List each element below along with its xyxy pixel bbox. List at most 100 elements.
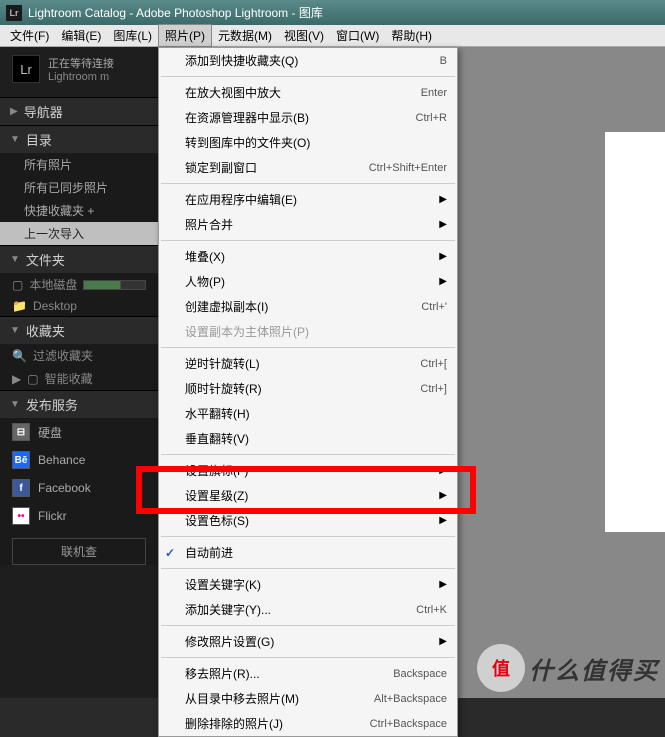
menu-item-18[interactable]: 垂直翻转(V) <box>159 426 457 451</box>
menu-separator <box>161 240 455 241</box>
app-icon: Lr <box>6 5 22 21</box>
submenu-arrow-icon: ▶ <box>439 251 447 262</box>
menu-item-label: 在放大视图中放大 <box>185 84 281 101</box>
catalog-synced-photos[interactable]: 所有已同步照片 <box>0 176 158 199</box>
menu-item-12[interactable]: 创建虚拟副本(I)Ctrl+' <box>159 294 457 319</box>
connect-button[interactable]: 联机查 <box>12 538 146 565</box>
submenu-arrow-icon: ▶ <box>439 465 447 476</box>
menu-item-label: 修改照片设置(G) <box>185 633 274 650</box>
menu-item-4[interactable]: 转到图库中的文件夹(O) <box>159 130 457 155</box>
menu-separator <box>161 625 455 626</box>
menu-shortcut: Ctrl+[ <box>420 358 447 370</box>
menu-shortcut: Ctrl+Shift+Enter <box>369 162 447 174</box>
filter-collections[interactable]: 🔍过滤收藏夹 <box>0 344 158 367</box>
catalog-previous-import[interactable]: 上一次导入 <box>0 222 158 245</box>
triangle-right-icon: ▶ <box>12 372 21 386</box>
menu-item-label: 移去照片(R)... <box>185 665 260 682</box>
menu-item-label: 照片合并 <box>185 216 233 233</box>
folder-drive[interactable]: ▢本地磁盘 <box>0 273 158 296</box>
menu-item-0[interactable]: 添加到快捷收藏夹(Q)B <box>159 48 457 73</box>
menu-window[interactable]: 窗口(W) <box>330 25 385 46</box>
menu-file[interactable]: 文件(F) <box>4 25 55 46</box>
menu-item-13: 设置副本为主体照片(P) <box>159 319 457 344</box>
menu-shortcut: B <box>440 55 447 67</box>
check-icon: ✓ <box>165 546 175 560</box>
menu-item-3[interactable]: 在资源管理器中显示(B)Ctrl+R <box>159 105 457 130</box>
service-flickr[interactable]: ••Flickr <box>0 502 158 530</box>
menu-item-17[interactable]: 水平翻转(H) <box>159 401 457 426</box>
menu-metadata[interactable]: 元数据(M) <box>212 25 278 46</box>
menu-item-2[interactable]: 在放大视图中放大 Enter <box>159 80 457 105</box>
panel-publish[interactable]: ▼发布服务 <box>0 391 158 418</box>
menu-edit[interactable]: 编辑(E) <box>55 25 107 46</box>
menu-item-label: 堆叠(X) <box>185 248 225 265</box>
submenu-arrow-icon: ▶ <box>439 276 447 287</box>
menu-item-label: 锁定到副窗口 <box>185 159 257 176</box>
logo-area: Lr 正在等待连接 Lightroom m <box>0 47 158 97</box>
menu-separator <box>161 454 455 455</box>
image-preview <box>605 132 665 532</box>
menu-view[interactable]: 视图(V) <box>278 25 330 46</box>
photo-menu-dropdown: 添加到快捷收藏夹(Q)B在放大视图中放大Enter在资源管理器中显示(B)Ctr… <box>158 47 458 737</box>
panel-catalog[interactable]: ▼目录 <box>0 126 158 153</box>
menu-item-31[interactable]: 移去照片(R)... Backspace <box>159 661 457 686</box>
panel-folders[interactable]: ▼文件夹 <box>0 246 158 273</box>
folder-icon: 📁 <box>12 299 27 313</box>
menu-item-label: 设置色标(S) <box>185 512 249 529</box>
logo-box: Lr <box>12 55 40 83</box>
menu-item-33[interactable]: 删除排除的照片(J)Ctrl+Backspace <box>159 711 457 736</box>
menu-item-7[interactable]: 在应用程序中编辑(E) ▶ <box>159 187 457 212</box>
menu-item-8[interactable]: 照片合并▶ <box>159 212 457 237</box>
menu-item-27[interactable]: 添加关键字(Y)... Ctrl+K <box>159 597 457 622</box>
service-facebook[interactable]: fFacebook <box>0 474 158 502</box>
smart-collections[interactable]: ▶▢智能收藏 <box>0 367 158 390</box>
menu-item-21[interactable]: 设置星级(Z)▶ <box>159 483 457 508</box>
menu-shortcut: Ctrl+K <box>416 604 447 616</box>
flickr-icon: •• <box>12 507 30 525</box>
sidebar: Lr 正在等待连接 Lightroom m ▶导航器 ▼目录 所有照片 所有已同… <box>0 47 158 698</box>
window-title: Lightroom Catalog - Adobe Photoshop Ligh… <box>28 4 323 21</box>
menu-item-26[interactable]: 设置关键字(K) ▶ <box>159 572 457 597</box>
service-harddrive[interactable]: ⊟硬盘 <box>0 418 158 446</box>
menu-item-29[interactable]: 修改照片设置(G) ▶ <box>159 629 457 654</box>
menu-item-15[interactable]: 逆时针旋转(L)Ctrl+[ <box>159 351 457 376</box>
menu-shortcut: Ctrl+' <box>421 301 447 313</box>
menu-item-label: 添加关键字(Y)... <box>185 601 271 618</box>
menu-shortcut: Enter <box>421 87 447 99</box>
catalog-quick-collection[interactable]: 快捷收藏夹 + <box>0 199 158 222</box>
menu-item-20[interactable]: 设置旗标(F)▶ <box>159 458 457 483</box>
menu-item-label: 在应用程序中编辑(E) <box>185 191 297 208</box>
menu-item-24[interactable]: ✓自动前进 <box>159 540 457 565</box>
titlebar: Lr Lightroom Catalog - Adobe Photoshop L… <box>0 0 665 25</box>
menu-item-32[interactable]: 从目录中移去照片(M)Alt+Backspace <box>159 686 457 711</box>
menu-photo[interactable]: 照片(P) <box>158 24 212 47</box>
menu-item-10[interactable]: 堆叠(X) ▶ <box>159 244 457 269</box>
submenu-arrow-icon: ▶ <box>439 579 447 590</box>
menu-item-22[interactable]: 设置色标(S) ▶ <box>159 508 457 533</box>
service-behance[interactable]: BēBehance <box>0 446 158 474</box>
menu-item-label: 设置关键字(K) <box>185 576 261 593</box>
submenu-arrow-icon: ▶ <box>439 515 447 526</box>
menu-shortcut: Alt+Backspace <box>374 693 447 705</box>
catalog-all-photos[interactable]: 所有照片 <box>0 153 158 176</box>
menu-item-label: 人物(P) <box>185 273 225 290</box>
watermark: 值 什么值得买 <box>471 638 665 698</box>
menu-item-11[interactable]: 人物(P) ▶ <box>159 269 457 294</box>
menu-shortcut: Ctrl+] <box>420 383 447 395</box>
menu-item-5[interactable]: 锁定到副窗口 Ctrl+Shift+Enter <box>159 155 457 180</box>
disk-usage-bar <box>83 280 146 290</box>
submenu-arrow-icon: ▶ <box>439 636 447 647</box>
menu-shortcut: Backspace <box>393 668 447 680</box>
folder-desktop[interactable]: 📁Desktop <box>0 296 158 316</box>
menu-item-label: 在资源管理器中显示(B) <box>185 109 309 126</box>
menu-item-16[interactable]: 顺时针旋转(R)Ctrl+] <box>159 376 457 401</box>
connection-status: 正在等待连接 <box>48 55 114 71</box>
behance-icon: Bē <box>12 451 30 469</box>
menu-help[interactable]: 帮助(H) <box>385 25 438 46</box>
submenu-arrow-icon: ▶ <box>439 194 447 205</box>
panel-collections[interactable]: ▼收藏夹 <box>0 317 158 344</box>
panel-navigator[interactable]: ▶导航器 <box>0 98 158 125</box>
menu-library[interactable]: 图库(L) <box>107 25 158 46</box>
submenu-arrow-icon: ▶ <box>439 490 447 501</box>
menu-separator <box>161 657 455 658</box>
